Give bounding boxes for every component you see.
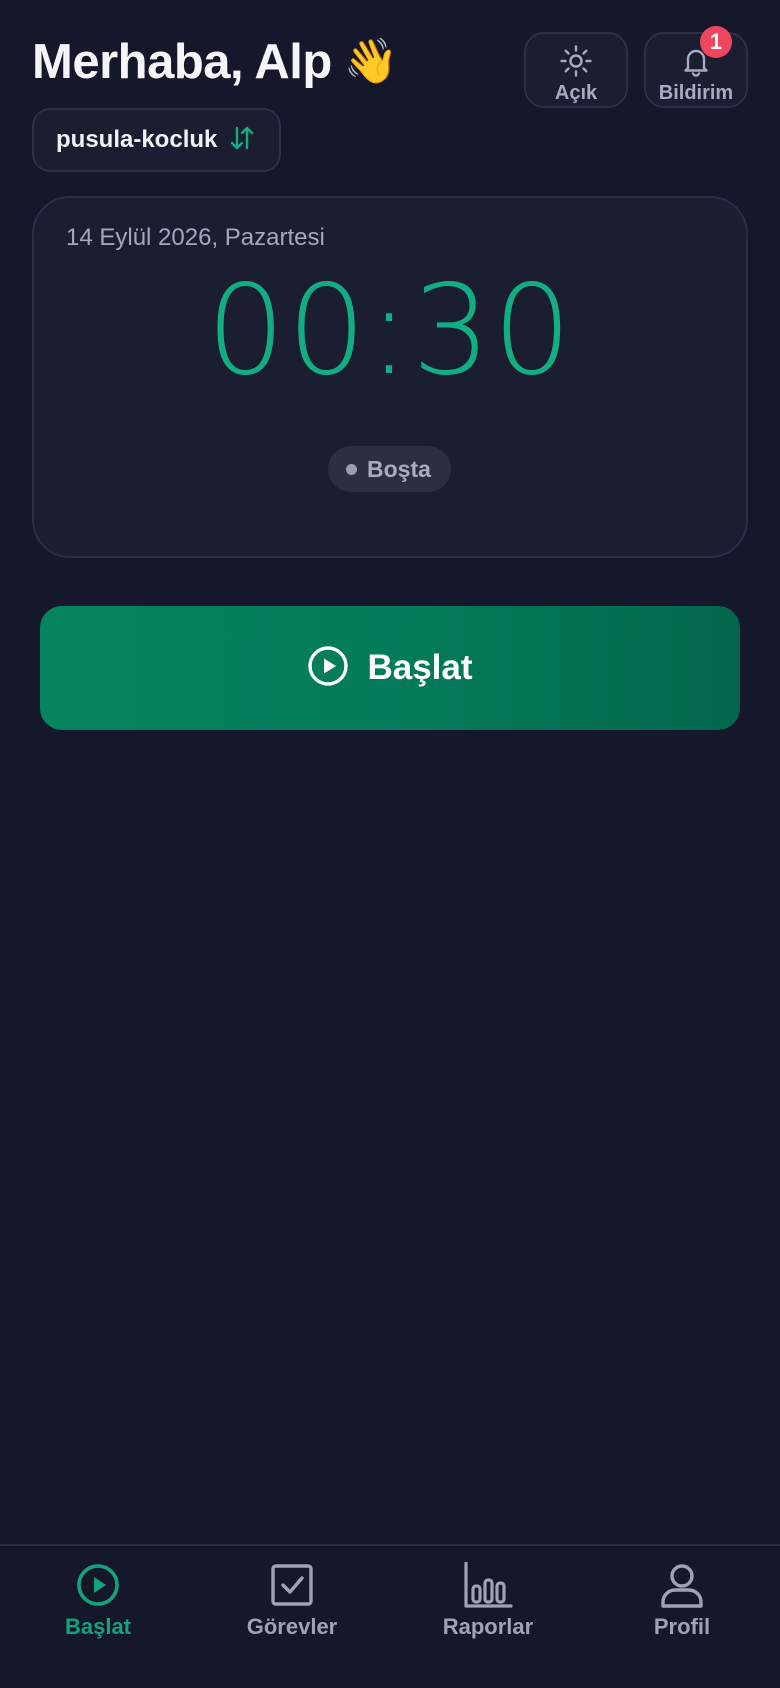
user-icon	[659, 1562, 705, 1608]
greeting-heading: Merhaba, Alp 👋	[32, 34, 399, 90]
nav-label-tasks: Görevler	[246, 1614, 338, 1639]
play-circle-icon	[75, 1562, 121, 1608]
notification-count-badge: 1	[700, 26, 732, 58]
status-badge: Boşta	[328, 446, 451, 492]
greeting-text: Merhaba, Alp	[32, 35, 332, 89]
status-dot	[346, 463, 357, 475]
start-button-label: Başlat	[367, 648, 473, 687]
nav-item-tasks[interactable]: Görevler	[212, 1562, 372, 1640]
play-circle-icon	[307, 645, 349, 692]
bar-chart-icon	[463, 1562, 513, 1608]
notifications-label: Bildirim	[658, 82, 734, 104]
nav-item-profile[interactable]: Profil	[602, 1562, 762, 1640]
nav-item-start[interactable]: Başlat	[18, 1562, 178, 1640]
current-date: 14 Eylül 2026, Pazartesi	[66, 224, 325, 251]
nav-label-reports: Raporlar	[442, 1614, 534, 1639]
swap-vertical-icon	[227, 123, 257, 158]
app-screen: Merhaba, Alp 👋 Açık Bildirim 1 pusula-ko…	[0, 0, 780, 1688]
bottom-navigation: Başlat Görevler Raporlar Profil	[0, 1544, 780, 1688]
nav-label-profile: Profil	[653, 1614, 711, 1639]
waving-hand-emoji: 👋	[343, 37, 399, 86]
theme-toggle-button[interactable]: Açık	[524, 32, 628, 108]
notifications-button[interactable]: Bildirim 1	[644, 26, 748, 108]
timer-display: 00:30	[206, 259, 574, 403]
checkbox-icon	[269, 1562, 315, 1608]
sun-icon	[559, 44, 593, 78]
workspace-switcher[interactable]: pusula-kocluk	[32, 108, 282, 172]
theme-toggle-label: Açık	[554, 82, 598, 104]
workspace-name: pusula-kocluk	[56, 126, 218, 153]
nav-label-start: Başlat	[64, 1614, 132, 1639]
status-text: Boşta	[367, 455, 431, 482]
nav-item-reports[interactable]: Raporlar	[408, 1562, 568, 1640]
timer-card: 14 Eylül 2026, Pazartesi 00:30 Boşta	[32, 196, 748, 558]
start-button[interactable]: Başlat	[40, 606, 740, 730]
